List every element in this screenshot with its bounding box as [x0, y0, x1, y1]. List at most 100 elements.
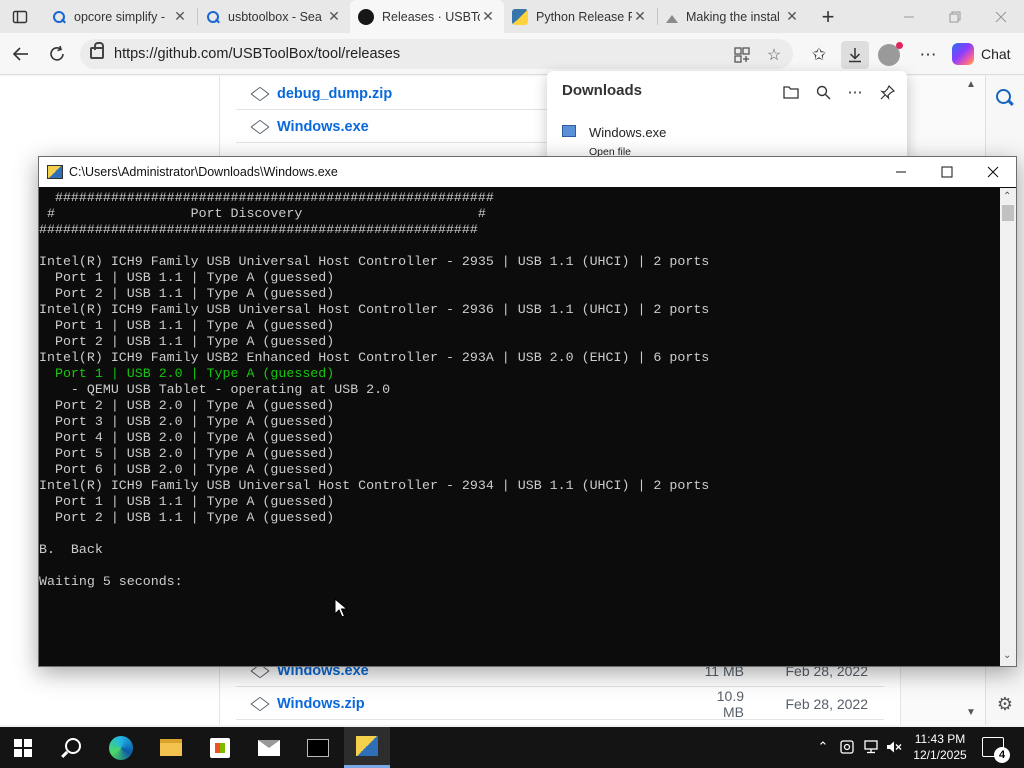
gear-icon[interactable]: ⚙	[995, 694, 1015, 714]
console-line: ########################################…	[39, 190, 494, 205]
search-downloads-icon[interactable]	[810, 79, 836, 105]
console-line: Port 1 | USB 2.0 | Type A (guessed)	[39, 366, 335, 381]
search-icon	[206, 10, 220, 24]
notification-count-badge: 4	[994, 747, 1010, 763]
clock-date: 12/1/2025	[913, 748, 967, 762]
minimize-icon	[904, 16, 914, 17]
console-line: Port 1 | USB 1.1 | Type A (guessed)	[39, 318, 335, 333]
search-icon	[61, 737, 81, 758]
taskbar-store[interactable]	[197, 727, 243, 768]
browser-tab[interactable]: Making the instal ✕	[658, 0, 808, 33]
taskbar-mail[interactable]	[246, 727, 292, 768]
taskbar-edge[interactable]	[98, 727, 144, 768]
store-icon	[210, 737, 230, 758]
asset-link[interactable]: Windows.zip	[277, 696, 365, 712]
close-icon[interactable]: ✕	[480, 8, 496, 25]
downloads-icon[interactable]	[841, 41, 869, 69]
more-options-icon[interactable]: ⋯	[842, 79, 868, 105]
console-line: Intel(R) ICH9 Family USB Universal Host …	[39, 478, 710, 493]
console-maximize-button[interactable]	[924, 157, 970, 187]
command-prompt-icon	[307, 738, 329, 757]
close-icon[interactable]: ✕	[784, 8, 800, 25]
refresh-button[interactable]	[42, 39, 72, 69]
console-line: Port 4 | USB 2.0 | Type A (guessed)	[39, 430, 335, 445]
console-line: Port 1 | USB 1.1 | Type A (guessed)	[39, 270, 335, 285]
scroll-thumb[interactable]	[1002, 205, 1014, 221]
tray-app-icon[interactable]	[838, 738, 856, 756]
console-line: Intel(R) ICH9 Family USB Universal Host …	[39, 254, 710, 269]
tab-title: Making the instal	[686, 9, 780, 24]
start-button[interactable]	[0, 727, 46, 768]
console-close-button[interactable]	[970, 157, 1016, 187]
close-icon[interactable]: ✕	[172, 8, 188, 25]
open-folder-icon[interactable]	[778, 79, 804, 105]
console-minimize-button[interactable]	[878, 157, 924, 187]
release-asset-row[interactable]: Windows.zip 10.9 MB Feb 28, 2022	[236, 688, 884, 720]
clock-time: 11:43 PM	[914, 732, 966, 746]
browser-tab[interactable]: opcore simplify - ✕	[44, 0, 196, 33]
new-tab-button[interactable]: +	[813, 0, 843, 33]
chevron-up-icon[interactable]: ⌃	[814, 738, 832, 756]
page-scroll-down-arrow[interactable]: ▼	[966, 707, 976, 718]
console-window: C:\Users\Administrator\Downloads\Windows…	[38, 156, 1017, 667]
browser-close-button[interactable]	[978, 0, 1024, 33]
scroll-down-arrow[interactable]: ⌄	[1003, 650, 1011, 661]
github-icon	[358, 8, 374, 25]
browser-restore-button[interactable]	[932, 0, 978, 33]
taskbar-search-button[interactable]	[48, 727, 94, 768]
more-options-icon[interactable]: ⋯	[914, 41, 942, 69]
console-line: Port 5 | USB 2.0 | Type A (guessed)	[39, 446, 335, 461]
scroll-up-arrow[interactable]: ⌃	[1003, 191, 1011, 202]
pin-icon[interactable]	[874, 79, 900, 105]
package-icon	[252, 86, 268, 102]
console-line: Port 2 | USB 1.1 | Type A (guessed)	[39, 334, 335, 349]
close-icon[interactable]: ✕	[326, 8, 342, 25]
favorite-star-icon[interactable]: ☆	[764, 45, 784, 65]
network-icon[interactable]	[862, 738, 880, 756]
asset-link[interactable]: debug_dump.zip	[277, 86, 392, 102]
tab-actions-button[interactable]	[0, 0, 40, 33]
browser-minimize-button[interactable]	[886, 0, 932, 33]
console-line: Port 2 | USB 1.1 | Type A (guessed)	[39, 286, 335, 301]
search-icon	[52, 10, 66, 24]
browser-tab-active[interactable]: Releases · USBToo ✕	[350, 0, 504, 33]
console-line: Intel(R) ICH9 Family USB Universal Host …	[39, 302, 710, 317]
profile-avatar[interactable]	[878, 42, 903, 66]
taskbar-file-explorer[interactable]	[148, 727, 194, 768]
download-item-name[interactable]: Windows.exe	[589, 125, 666, 140]
taskbar-command-prompt[interactable]	[295, 727, 341, 768]
usbtoolbox-app-icon	[356, 736, 378, 756]
system-clock[interactable]: 11:43 PM 12/1/2025	[905, 731, 975, 763]
page-scroll-up-arrow[interactable]: ▲	[966, 79, 976, 90]
package-icon	[252, 696, 268, 712]
restore-icon	[949, 11, 961, 22]
windows-taskbar: ⌃ 11:43 PM 12/1/2025 4	[0, 727, 1024, 768]
back-button[interactable]	[6, 39, 36, 69]
exe-file-icon	[562, 125, 576, 137]
console-title-bar[interactable]: C:\Users\Administrator\Downloads\Windows…	[39, 157, 1016, 187]
taskbar-usbtoolbox[interactable]	[344, 727, 390, 768]
back-arrow-icon	[12, 47, 28, 61]
console-scrollbar[interactable]: ⌃ ⌄	[1000, 188, 1016, 666]
favorites-icon[interactable]: ✩	[805, 41, 833, 69]
console-output[interactable]: ########################################…	[39, 188, 1000, 666]
browser-tab[interactable]: usbtoolbox - Sea ✕	[198, 0, 350, 33]
asset-link[interactable]: Windows.exe	[277, 119, 369, 135]
loading-icon	[666, 11, 678, 23]
console-line: Port 3 | USB 2.0 | Type A (guessed)	[39, 414, 335, 429]
volume-muted-icon[interactable]	[885, 738, 903, 756]
close-icon[interactable]: ✕	[632, 8, 648, 25]
browser-tab[interactable]: Python Release P ✕	[504, 0, 656, 33]
app-available-icon[interactable]	[732, 45, 752, 65]
refresh-icon	[50, 45, 64, 61]
copilot-chat-button[interactable]: Chat	[952, 41, 1018, 67]
console-line: Port 2 | USB 1.1 | Type A (guessed)	[39, 510, 335, 525]
console-line: Port 2 | USB 2.0 | Type A (guessed)	[39, 398, 335, 413]
lock-icon[interactable]	[90, 42, 104, 59]
tab-title: Releases · USBToo	[382, 9, 480, 24]
search-icon[interactable]	[995, 88, 1015, 108]
console-line: # Port Discovery #	[39, 206, 486, 221]
url-text[interactable]: https://github.com/USBToolBox/tool/relea…	[114, 46, 400, 62]
address-bar[interactable]: https://github.com/USBToolBox/tool/relea…	[80, 39, 793, 69]
